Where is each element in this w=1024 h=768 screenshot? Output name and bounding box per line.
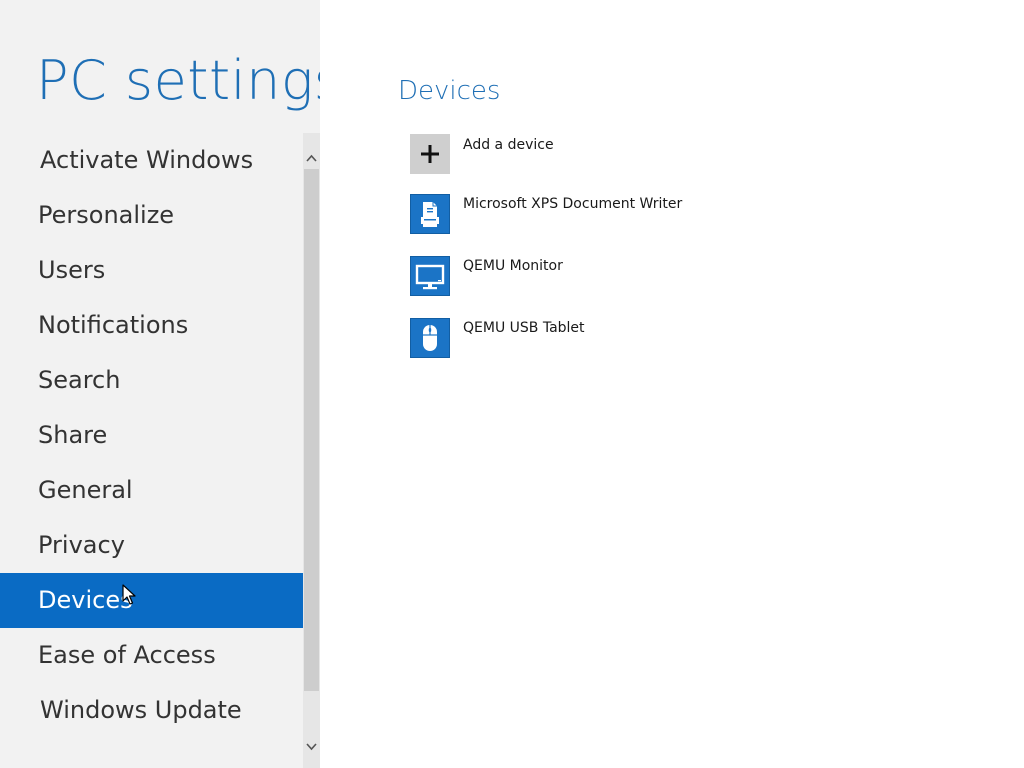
nav-item-personalize[interactable]: Personalize [0,188,303,243]
device-qemu-usb-tablet[interactable]: QEMU USB Tablet [410,318,970,360]
devices-content: Devices Add a device Microsoft XPS Docum… [320,0,1024,768]
nav-list: Activate Windows Personalize Users Notif… [0,133,303,738]
nav-item-privacy[interactable]: Privacy [0,518,303,573]
device-label: Microsoft XPS Document Writer [463,196,683,212]
scroll-down-icon[interactable] [303,735,320,757]
device-label: Add a device [463,137,554,153]
device-xps-writer[interactable]: Microsoft XPS Document Writer [410,194,970,236]
chevron-down-icon [306,743,317,751]
device-label: QEMU Monitor [463,258,563,274]
device-label: QEMU USB Tablet [463,320,585,336]
add-device-button[interactable]: Add a device [410,134,970,176]
mouse-pointer-icon [122,584,136,610]
nav-item-ease-of-access[interactable]: Ease of Access [0,628,303,683]
printer-icon [410,194,450,234]
mouse-icon [410,318,450,358]
scroll-up-icon[interactable] [303,147,320,169]
chevron-up-icon [306,154,317,162]
plus-icon [410,134,450,174]
nav-item-search[interactable]: Search [0,353,303,408]
nav-pane: PC settings Activate Windows Personalize… [0,0,342,768]
nav-scrollbar[interactable] [303,133,320,768]
nav-item-activate-windows[interactable]: Activate Windows [0,133,303,188]
nav-item-users[interactable]: Users [0,243,303,298]
nav-item-notifications[interactable]: Notifications [0,298,303,353]
monitor-icon [410,256,450,296]
pc-settings-window: PC settings Activate Windows Personalize… [0,0,1024,768]
nav-item-devices[interactable]: Devices [0,573,303,628]
nav-item-windows-update[interactable]: Windows Update [0,683,303,738]
page-title: PC settings [36,49,343,112]
device-qemu-monitor[interactable]: QEMU Monitor [410,256,970,298]
nav-item-general[interactable]: General [0,463,303,518]
section-title: Devices [398,76,501,106]
nav-item-share[interactable]: Share [0,408,303,463]
scroll-thumb[interactable] [304,169,319,691]
